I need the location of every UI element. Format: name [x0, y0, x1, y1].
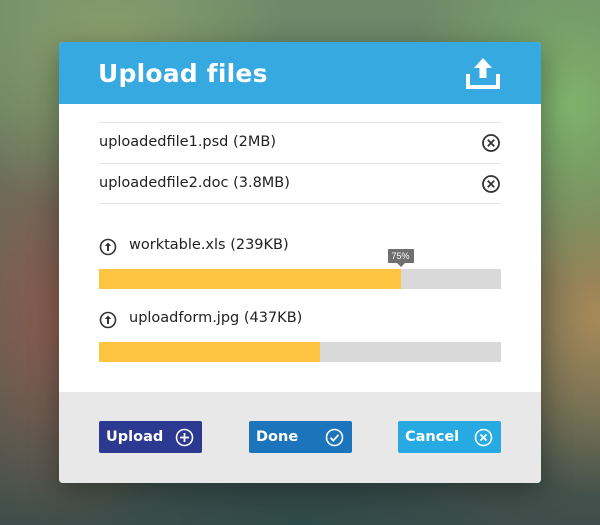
file-name: uploadedfile2.doc (3.8MB)	[99, 175, 290, 191]
upload-file-name: worktable.xls (239KB)	[129, 237, 289, 253]
upload-tray-icon[interactable]	[465, 56, 501, 90]
cancel-button[interactable]: Cancel	[398, 421, 501, 453]
progress-bar	[99, 342, 501, 362]
uploading-list: worktable.xls (239KB) 75% uploadform.jpg…	[99, 232, 501, 378]
dialog-header: Upload files	[59, 42, 541, 104]
up-arrow-circle-icon	[99, 311, 117, 329]
check-circle-icon	[325, 428, 344, 447]
upload-button[interactable]: Upload	[99, 421, 202, 453]
dialog-footer: Upload Done Cancel	[59, 392, 541, 483]
progress-bar	[99, 269, 501, 289]
upload-item: uploadform.jpg (437KB)	[99, 305, 501, 378]
done-button[interactable]: Done	[249, 421, 352, 453]
uploaded-file-list: uploadedfile1.psd (2MB) uploadedfile2.do…	[99, 122, 501, 204]
upload-file-name: uploadform.jpg (437KB)	[129, 310, 303, 326]
remove-circle-x-icon[interactable]	[481, 174, 501, 194]
upload-item: worktable.xls (239KB) 75%	[99, 232, 501, 305]
done-button-label: Done	[256, 429, 299, 445]
dialog-title: Upload files	[98, 59, 268, 88]
upload-dialog: Upload files uploadedfile1.psd (2MB) upl…	[59, 42, 541, 483]
up-arrow-circle-icon	[99, 238, 117, 256]
list-item: uploadedfile2.doc (3.8MB)	[99, 163, 501, 204]
list-item: uploadedfile1.psd (2MB)	[99, 122, 501, 163]
remove-circle-x-icon[interactable]	[481, 133, 501, 153]
plus-circle-icon	[175, 428, 194, 447]
cancel-button-label: Cancel	[405, 429, 460, 445]
progress-percent-tooltip: 75%	[387, 249, 414, 267]
upload-button-label: Upload	[106, 429, 164, 445]
close-circle-icon	[474, 428, 493, 447]
progress-fill	[99, 269, 401, 289]
file-name: uploadedfile1.psd (2MB)	[99, 134, 276, 150]
progress-fill	[99, 342, 321, 362]
